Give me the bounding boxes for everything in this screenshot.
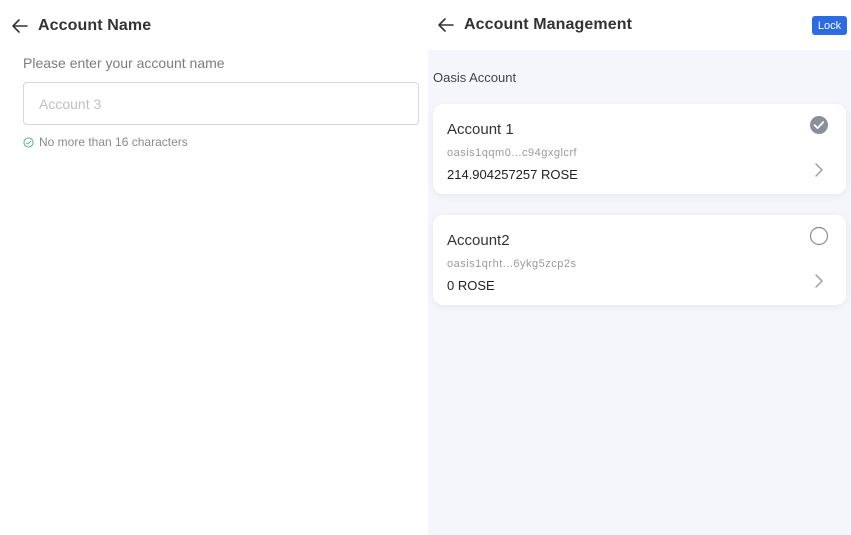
account-address: oasis1qqm0...c94gxglcrf [447, 147, 578, 159]
back-arrow-icon[interactable] [436, 15, 456, 35]
selected-check-icon[interactable] [809, 115, 829, 135]
account-address: oasis1qrht...6ykg5zcp2s [447, 258, 577, 270]
chevron-right-icon[interactable] [812, 273, 826, 289]
chevron-right-icon[interactable] [812, 162, 826, 178]
page-title: Account Management [464, 16, 633, 33]
account-management-header: Account Management [436, 15, 632, 35]
account-name: Account2 [447, 232, 510, 249]
lock-button[interactable]: Lock [812, 16, 847, 35]
account-name-prompt: Please enter your account name [23, 55, 225, 71]
character-limit-hint: No more than 16 characters [23, 135, 188, 149]
account-list-panel: Oasis Account Account 1 oasis1qqm0...c94… [428, 50, 851, 535]
account-name-header: Account Name [10, 16, 151, 36]
back-arrow-icon[interactable] [10, 16, 30, 36]
section-title: Oasis Account [433, 70, 517, 85]
unselected-radio-icon[interactable] [809, 226, 829, 246]
page-title: Account Name [38, 17, 152, 34]
account-management-screen: Account Management Lock Oasis Account Ac… [428, 0, 851, 535]
account-balance: 0 ROSE [447, 278, 495, 293]
account-balance: 214.904257257 ROSE [447, 167, 578, 182]
account-card[interactable]: Account2 oasis1qrht...6ykg5zcp2s 0 ROSE [433, 215, 846, 305]
account-name-screen: Account Name Please enter your account n… [0, 0, 428, 535]
account-card[interactable]: Account 1 oasis1qqm0...c94gxglcrf 214.90… [433, 104, 846, 194]
account-name: Account 1 [447, 121, 514, 138]
hint-text: No more than 16 characters [39, 135, 188, 149]
account-name-input[interactable] [23, 82, 419, 125]
check-circle-icon [23, 136, 34, 148]
